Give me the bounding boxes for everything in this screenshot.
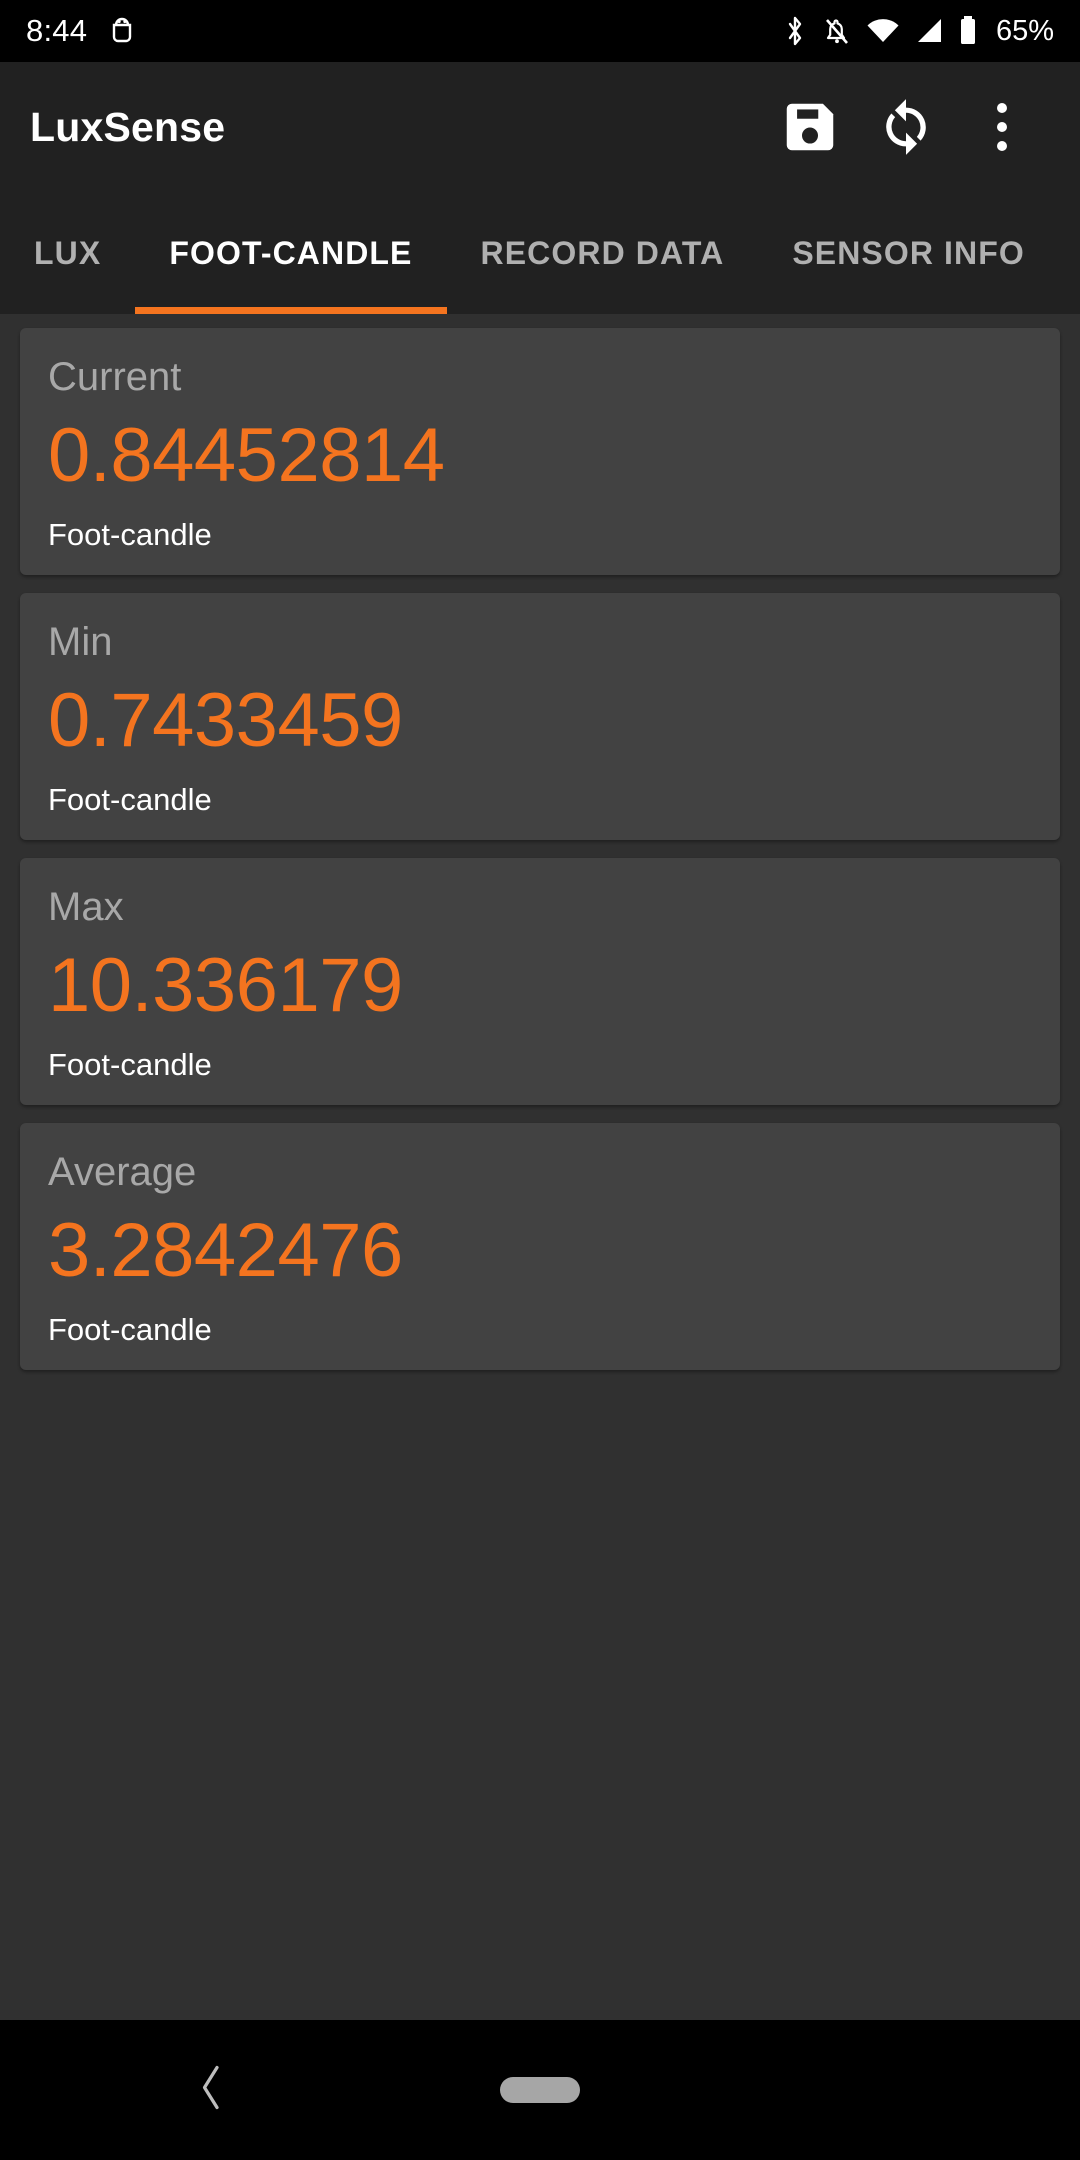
back-chevron-icon xyxy=(202,2065,219,2110)
measurement-list: Current 0.84452814 Foot-candle Min 0.743… xyxy=(0,314,1080,2020)
tab-record-data[interactable]: RECORD DATA xyxy=(447,192,759,314)
status-bar-system-icons: 65% xyxy=(782,15,1054,48)
app-title: LuxSense xyxy=(30,103,226,150)
bluetooth-icon xyxy=(788,16,802,46)
cellular-signal-icon xyxy=(917,19,941,42)
app-bar-actions xyxy=(762,79,1050,175)
system-navigation-bar xyxy=(0,2020,1080,2160)
battery-percent-label: 65% xyxy=(995,14,1054,47)
phone-screen: 8:44 65% LuxSense LUX FOOT-CANDLE RECORD… xyxy=(0,0,1080,2160)
measurement-card-average: Average 3.2842476 Foot-candle xyxy=(20,1123,1060,1370)
card-value: 0.7433459 xyxy=(48,678,403,763)
card-value: 3.2842476 xyxy=(48,1208,403,1293)
tab-sensor-info[interactable]: SENSOR INFO xyxy=(758,192,1059,314)
overflow-menu-button[interactable] xyxy=(954,79,1050,175)
card-value: 10.336179 xyxy=(48,943,403,1028)
measurement-card-min: Min 0.7433459 Foot-candle xyxy=(20,593,1060,840)
android-debug-icon xyxy=(112,17,132,43)
home-pill-icon[interactable] xyxy=(500,2077,580,2103)
status-bar: 8:44 65% xyxy=(0,0,1080,62)
status-bar-notification-icons xyxy=(109,16,135,46)
back-button[interactable] xyxy=(195,2063,229,2118)
measurement-card-max: Max 10.336179 Foot-candle xyxy=(20,858,1060,1105)
measurement-card-current: Current 0.84452814 Foot-candle xyxy=(20,328,1060,575)
card-unit: Foot-candle xyxy=(48,782,212,817)
battery-icon xyxy=(960,16,975,44)
tab-label: LUX xyxy=(34,234,102,271)
reset-button[interactable] xyxy=(858,79,954,175)
card-unit: Foot-candle xyxy=(48,1047,212,1082)
refresh-icon xyxy=(886,99,926,155)
card-value: 0.84452814 xyxy=(48,413,445,498)
tab-lux[interactable]: LUX xyxy=(0,192,135,314)
card-label: Current xyxy=(48,355,182,399)
save-button[interactable] xyxy=(762,79,858,175)
tab-label: FOOT-CANDLE xyxy=(169,234,413,271)
card-unit: Foot-candle xyxy=(48,1312,212,1347)
app-bar: LuxSense xyxy=(0,62,1080,192)
wifi-icon xyxy=(867,19,899,42)
card-label: Max xyxy=(48,885,124,929)
notifications-muted-icon xyxy=(825,19,848,44)
tab-foot-candle[interactable]: FOOT-CANDLE xyxy=(135,192,447,314)
status-bar-clock: 8:44 xyxy=(26,13,88,48)
tab-label: RECORD DATA xyxy=(480,234,725,271)
card-label: Average xyxy=(48,1150,197,1194)
card-unit: Foot-candle xyxy=(48,517,212,552)
card-label: Min xyxy=(48,620,113,664)
tab-bar: LUX FOOT-CANDLE RECORD DATA SENSOR INFO xyxy=(0,192,1080,314)
more-vertical-icon xyxy=(997,103,1007,151)
tab-label: SENSOR INFO xyxy=(792,234,1025,271)
save-icon xyxy=(786,103,834,151)
